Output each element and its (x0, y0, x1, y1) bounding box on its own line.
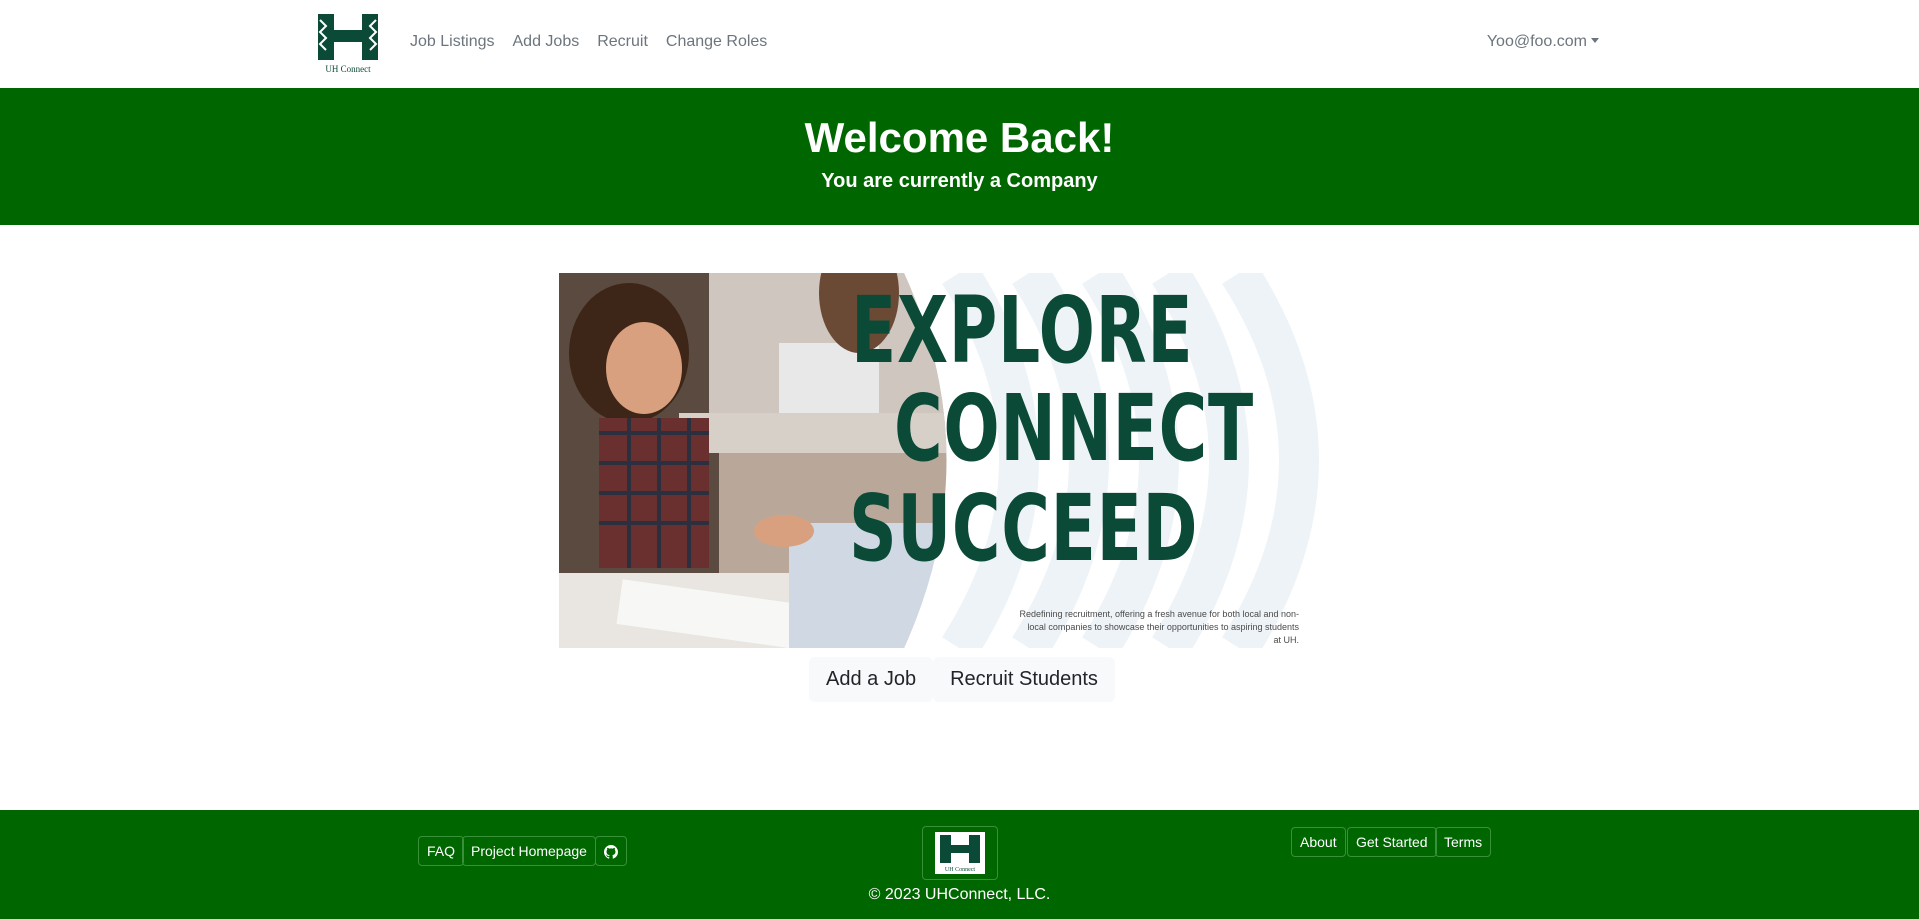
github-icon[interactable] (595, 836, 627, 866)
footer-logo[interactable]: UH Connect (922, 826, 998, 880)
welcome-title: Welcome Back! (804, 114, 1115, 161)
recruit-students-button[interactable]: Recruit Students (933, 657, 1115, 702)
footer-faq-link[interactable]: FAQ (418, 836, 465, 866)
welcome-banner: Welcome Back! You are currently a Compan… (0, 88, 1919, 225)
user-dropdown[interactable]: Yoo@foo.com (1487, 33, 1599, 51)
svg-text:UH Connect: UH Connect (325, 64, 371, 74)
footer: FAQ Project Homepage UH Connect About Ge… (0, 810, 1919, 919)
footer-about-link[interactable]: About (1291, 827, 1346, 857)
copyright-text: © 2023 UHConnect, LLC. (868, 886, 1051, 903)
uh-connect-logo[interactable]: UH Connect (312, 12, 384, 76)
nav-links: Job Listings Add Jobs Recruit Change Rol… (410, 33, 785, 51)
footer-terms-link[interactable]: Terms (1435, 827, 1492, 857)
footer-get-started-link[interactable]: Get Started (1347, 827, 1437, 857)
caret-down-icon (1591, 38, 1599, 43)
uh-connect-footer-logo-icon: UH Connect (935, 832, 985, 874)
role-subtitle: You are currently a Company (821, 170, 1098, 192)
nav-recruit[interactable]: Recruit (597, 33, 648, 51)
explore-banner: EXPLORE CONNECT SUCCEED Redefining recru… (559, 273, 1349, 648)
nav-add-jobs[interactable]: Add Jobs (513, 33, 580, 51)
user-email: Yoo@foo.com (1486, 33, 1587, 50)
banner-word-explore: EXPLORE (851, 277, 1194, 384)
add-job-button[interactable]: Add a Job (809, 657, 934, 702)
action-buttons: Add a Job Recruit Students (809, 657, 1115, 702)
nav-job-listings[interactable]: Job Listings (410, 33, 495, 51)
footer-project-homepage-link[interactable]: Project Homepage (462, 836, 596, 866)
github-icon-glyph (604, 845, 618, 859)
nav-change-roles[interactable]: Change Roles (666, 33, 767, 51)
banner-tagline: Redefining recruitment, offering a fresh… (1019, 609, 1299, 645)
top-navbar: UH Connect Job Listings Add Jobs Recruit… (0, 0, 1919, 88)
svg-text:UH Connect: UH Connect (945, 867, 975, 873)
banner-word-connect: CONNECT (894, 375, 1254, 482)
banner-word-succeed: SUCCEED (849, 475, 1199, 582)
